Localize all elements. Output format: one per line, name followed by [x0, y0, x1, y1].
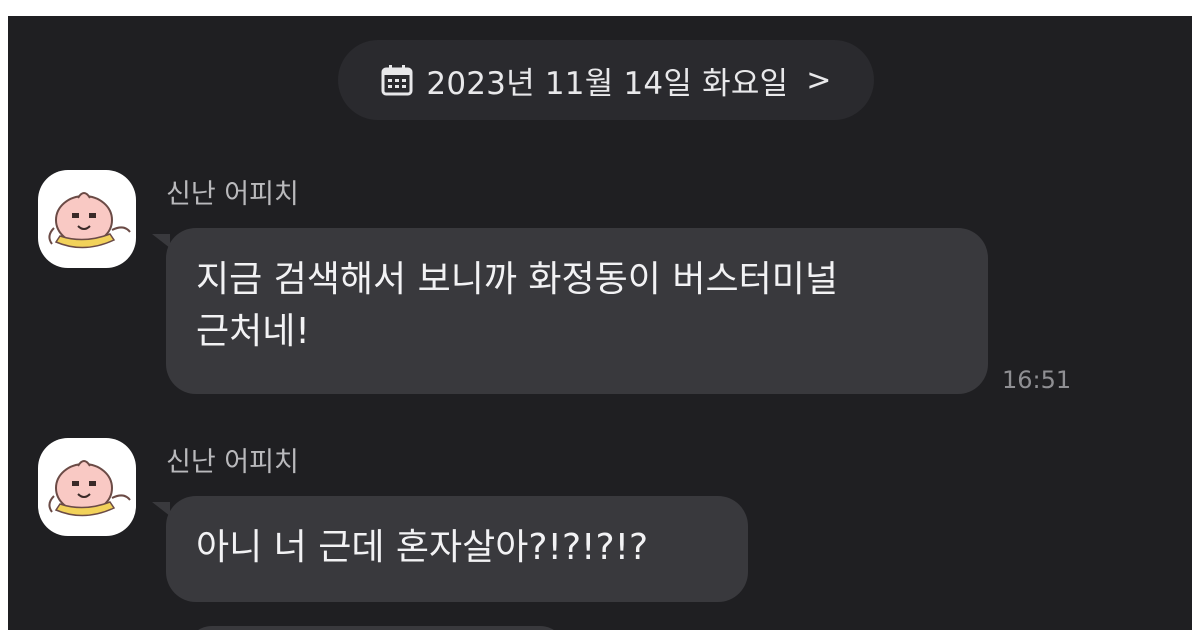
apeach-avatar-icon — [48, 460, 131, 517]
apeach-avatar-icon — [48, 192, 131, 249]
chevron-right-icon: > — [806, 62, 832, 98]
message-time: 16:51 — [1002, 366, 1072, 394]
sender-avatar[interactable] — [38, 438, 136, 536]
date-header-button[interactable]: 2023년 11월 14일 화요일 > — [338, 40, 874, 120]
message-line: 근처네! — [196, 311, 310, 352]
message-line: 지금 검색해서 보니까 화정동이 버스터미널 — [196, 259, 838, 300]
message-line: 아니 너 근데 혼자살아?!?!?!? — [196, 527, 649, 568]
sender-name: 신난 어피치 — [166, 447, 299, 478]
message-bubble[interactable]: 아니 너 근데 혼자살아?!?!?!? — [152, 496, 748, 602]
sender-name: 신난 어피치 — [166, 179, 299, 210]
message-bubble[interactable]: 지금 검색해서 보니까 화정동이 버스터미널 근처네! — [152, 228, 988, 394]
calendar-icon — [380, 63, 414, 97]
sender-avatar[interactable] — [38, 170, 136, 268]
chat-screen: 2023년 11월 14일 화요일 > 신난 어피치 지금 검색해서 보니까 화… — [8, 16, 1192, 630]
message-bubble-partial[interactable] — [186, 626, 566, 630]
date-label: 2023년 11월 14일 화요일 — [426, 65, 789, 102]
